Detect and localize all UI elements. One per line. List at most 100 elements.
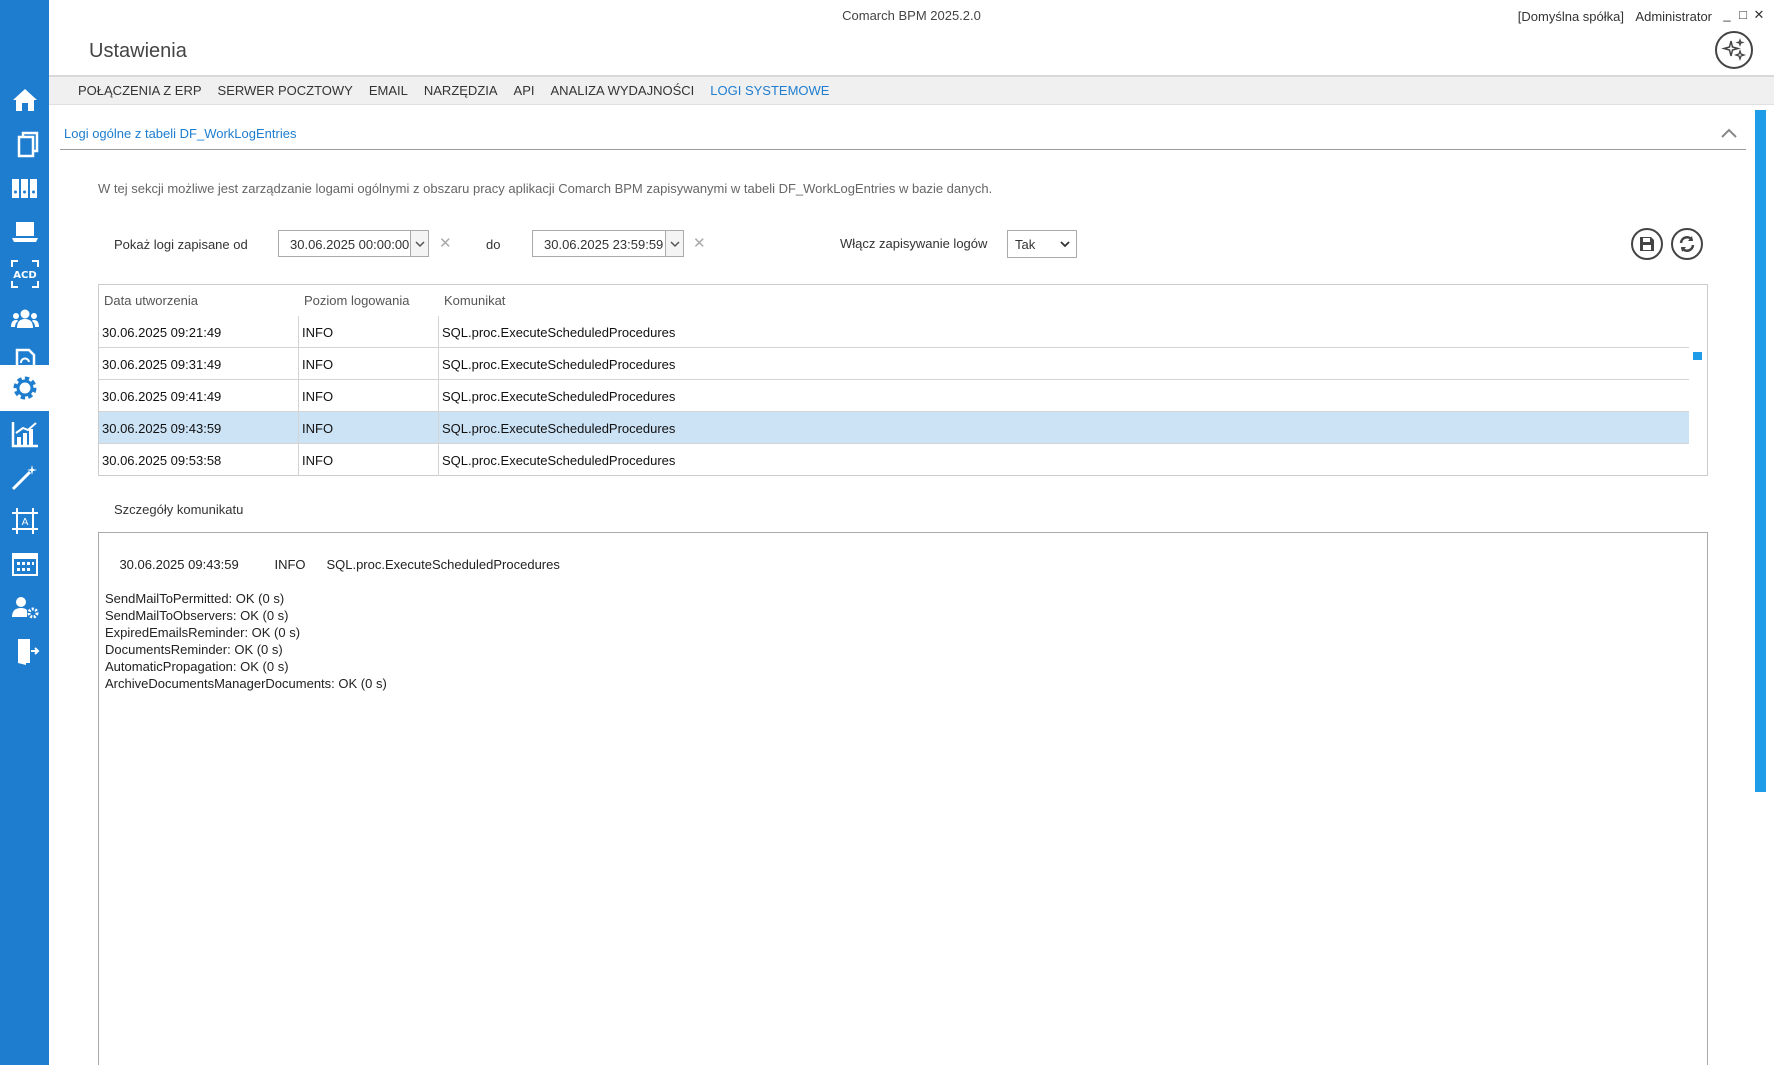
chevron-down-icon: [1060, 241, 1070, 248]
column-header-level[interactable]: Poziom logowania: [304, 293, 410, 308]
sidebar-item-calendar[interactable]: [0, 541, 49, 587]
column-header-message[interactable]: Komunikat: [444, 293, 505, 308]
table-row[interactable]: 30.06.2025 09:41:49 INFO SQL.proc.Execut…: [99, 380, 1689, 412]
table-row[interactable]: 30.06.2025 09:53:58 INFO SQL.proc.Execut…: [99, 444, 1689, 476]
tab-mail-server[interactable]: SERWER POCZTOWY: [218, 83, 353, 98]
user-name[interactable]: Administrator: [1635, 9, 1712, 24]
cell-message: SQL.proc.ExecuteScheduledProcedures: [442, 389, 676, 404]
clear-date-to-button[interactable]: ✕: [693, 234, 706, 252]
svg-text:A: A: [21, 517, 28, 528]
date-from-picker[interactable]: 30.06.2025 00:00:00: [278, 230, 429, 257]
details-level: INFO: [274, 557, 306, 572]
template-icon: A: [11, 508, 38, 534]
section-title: Logi ogólne z tabeli DF_WorkLogEntries: [64, 126, 297, 141]
minimize-button[interactable]: _: [1720, 8, 1734, 22]
save-button[interactable]: [1631, 228, 1663, 260]
sidebar-item-documents[interactable]: [0, 121, 49, 167]
company-selector[interactable]: [Domyślna spółka]: [1518, 9, 1624, 24]
cell-level: INFO: [299, 348, 439, 380]
page-title: Ustawienia: [89, 40, 187, 62]
sidebar-item-analytics[interactable]: [0, 411, 49, 457]
maximize-button[interactable]: □: [1736, 8, 1750, 22]
date-from-dropdown[interactable]: [410, 231, 428, 256]
refresh-button[interactable]: [1671, 228, 1703, 260]
cell-date: 30.06.2025 09:41:49: [99, 380, 299, 412]
details-line: ArchiveDocumentsManagerDocuments: OK (0 …: [105, 676, 387, 691]
sidebar-item-templates[interactable]: A: [0, 498, 49, 544]
tab-erp-connections[interactable]: POŁĄCZENIA Z ERP: [78, 83, 202, 98]
grid-scrollbar[interactable]: [1689, 316, 1707, 476]
binders-icon: [11, 179, 37, 198]
date-from-label: Pokaż logi zapisane od: [114, 237, 248, 252]
details-message: SQL.proc.ExecuteScheduledProcedures: [326, 557, 560, 572]
chevron-down-icon: [669, 240, 680, 247]
chevron-down-icon: [414, 240, 425, 247]
logout-icon: [17, 639, 39, 665]
sidebar-item-user-settings[interactable]: [0, 584, 49, 630]
cell-message: SQL.proc.ExecuteScheduledProcedures: [442, 453, 676, 468]
details-line: SendMailToPermitted: OK (0 s): [105, 591, 285, 606]
details-label: Szczegóły komunikatu: [114, 502, 244, 517]
svg-text:ACD: ACD: [13, 270, 36, 281]
acd-icon: ACD: [10, 260, 39, 288]
date-to-picker[interactable]: 30.06.2025 23:59:59: [532, 230, 684, 257]
cell-message: SQL.proc.ExecuteScheduledProcedures: [442, 357, 676, 372]
message-details[interactable]: 30.06.2025 09:43:59 INFO SQL.proc.ExecuteS…: [98, 532, 1708, 1065]
details-line: SendMailToObservers: OK (0 s): [105, 608, 289, 623]
cell-level: INFO: [299, 444, 439, 476]
tab-tools[interactable]: NARZĘDZIA: [424, 83, 498, 98]
tab-performance-analysis[interactable]: ANALIZA WYDAJNOŚCI: [551, 83, 695, 98]
laptop-icon: [11, 222, 38, 242]
chart-icon: [11, 422, 38, 448]
sidebar-item-users[interactable]: [0, 296, 49, 342]
table-row-selected[interactable]: 30.06.2025 09:43:59 INFO SQL.proc.Execut…: [99, 412, 1689, 444]
tab-email[interactable]: EMAIL: [369, 83, 408, 98]
cell-date: 30.06.2025 09:31:49: [99, 348, 299, 380]
title-bar: Comarch BPM 2025.2.0 [Domyślna spółka] A…: [49, 0, 1774, 32]
settings-tabs: POŁĄCZENIA Z ERP SERWER POCZTOWY EMAIL N…: [49, 75, 1774, 105]
date-to-dropdown[interactable]: [665, 231, 683, 256]
magic-wand-icon: [11, 465, 37, 491]
cell-date: 30.06.2025 09:21:49: [99, 316, 299, 348]
floppy-disk-icon: [1640, 237, 1654, 251]
sparkles-icon: [1721, 38, 1747, 62]
sidebar-item-laptop[interactable]: [0, 208, 49, 254]
refresh-icon: [1679, 236, 1695, 252]
user-settings-icon: [11, 597, 38, 619]
cell-level: INFO: [299, 412, 439, 444]
collapse-button[interactable]: [1720, 125, 1738, 143]
sidebar-item-home[interactable]: [0, 77, 49, 123]
grid-scroll-thumb[interactable]: [1693, 352, 1702, 360]
column-header-date[interactable]: Data utworzenia: [104, 293, 198, 308]
cell-level: INFO: [299, 380, 439, 412]
date-from-value: 30.06.2025 00:00:00: [290, 237, 410, 252]
sidebar-item-wizard[interactable]: [0, 454, 49, 500]
details-date: 30.06.2025 09:43:59: [119, 557, 239, 572]
close-button[interactable]: ✕: [1752, 8, 1766, 22]
sidebar: ACD A: [0, 0, 49, 1065]
app-title: Comarch BPM 2025.2.0: [842, 8, 981, 23]
sidebar-item-settings[interactable]: [0, 365, 49, 411]
grid-header: Data utworzenia Poziom logowania Komunik…: [99, 285, 1707, 316]
cell-date: 30.06.2025 09:53:58: [99, 444, 299, 476]
table-row[interactable]: 30.06.2025 09:31:49 INFO SQL.proc.Execut…: [99, 348, 1689, 380]
cell-message: SQL.proc.ExecuteScheduledProcedures: [442, 325, 676, 340]
calendar-icon: [11, 553, 38, 576]
chevron-up-icon: [1721, 128, 1737, 138]
sidebar-item-acd[interactable]: ACD: [0, 251, 49, 297]
sidebar-item-binders[interactable]: [0, 165, 49, 211]
home-icon: [12, 89, 37, 111]
clear-date-from-button[interactable]: ✕: [439, 234, 452, 252]
documents-icon: [17, 131, 38, 158]
tab-api[interactable]: API: [514, 83, 535, 98]
main-scrollbar-thumb[interactable]: [1755, 110, 1766, 792]
enable-logging-select[interactable]: Tak: [1007, 230, 1077, 258]
tab-system-logs[interactable]: LOGI SYSTEMOWE: [710, 83, 829, 98]
sidebar-item-logout[interactable]: [0, 628, 49, 674]
details-line: ExpiredEmailsReminder: OK (0 s): [105, 625, 301, 640]
table-row[interactable]: 30.06.2025 09:21:49 INFO SQL.proc.Execut…: [99, 316, 1689, 348]
enable-logging-value: Tak: [1015, 237, 1036, 252]
ai-assistant-button[interactable]: [1715, 31, 1753, 69]
logs-grid: Data utworzenia Poziom logowania Komunik…: [98, 284, 1708, 476]
date-to-value: 30.06.2025 23:59:59: [544, 237, 664, 252]
